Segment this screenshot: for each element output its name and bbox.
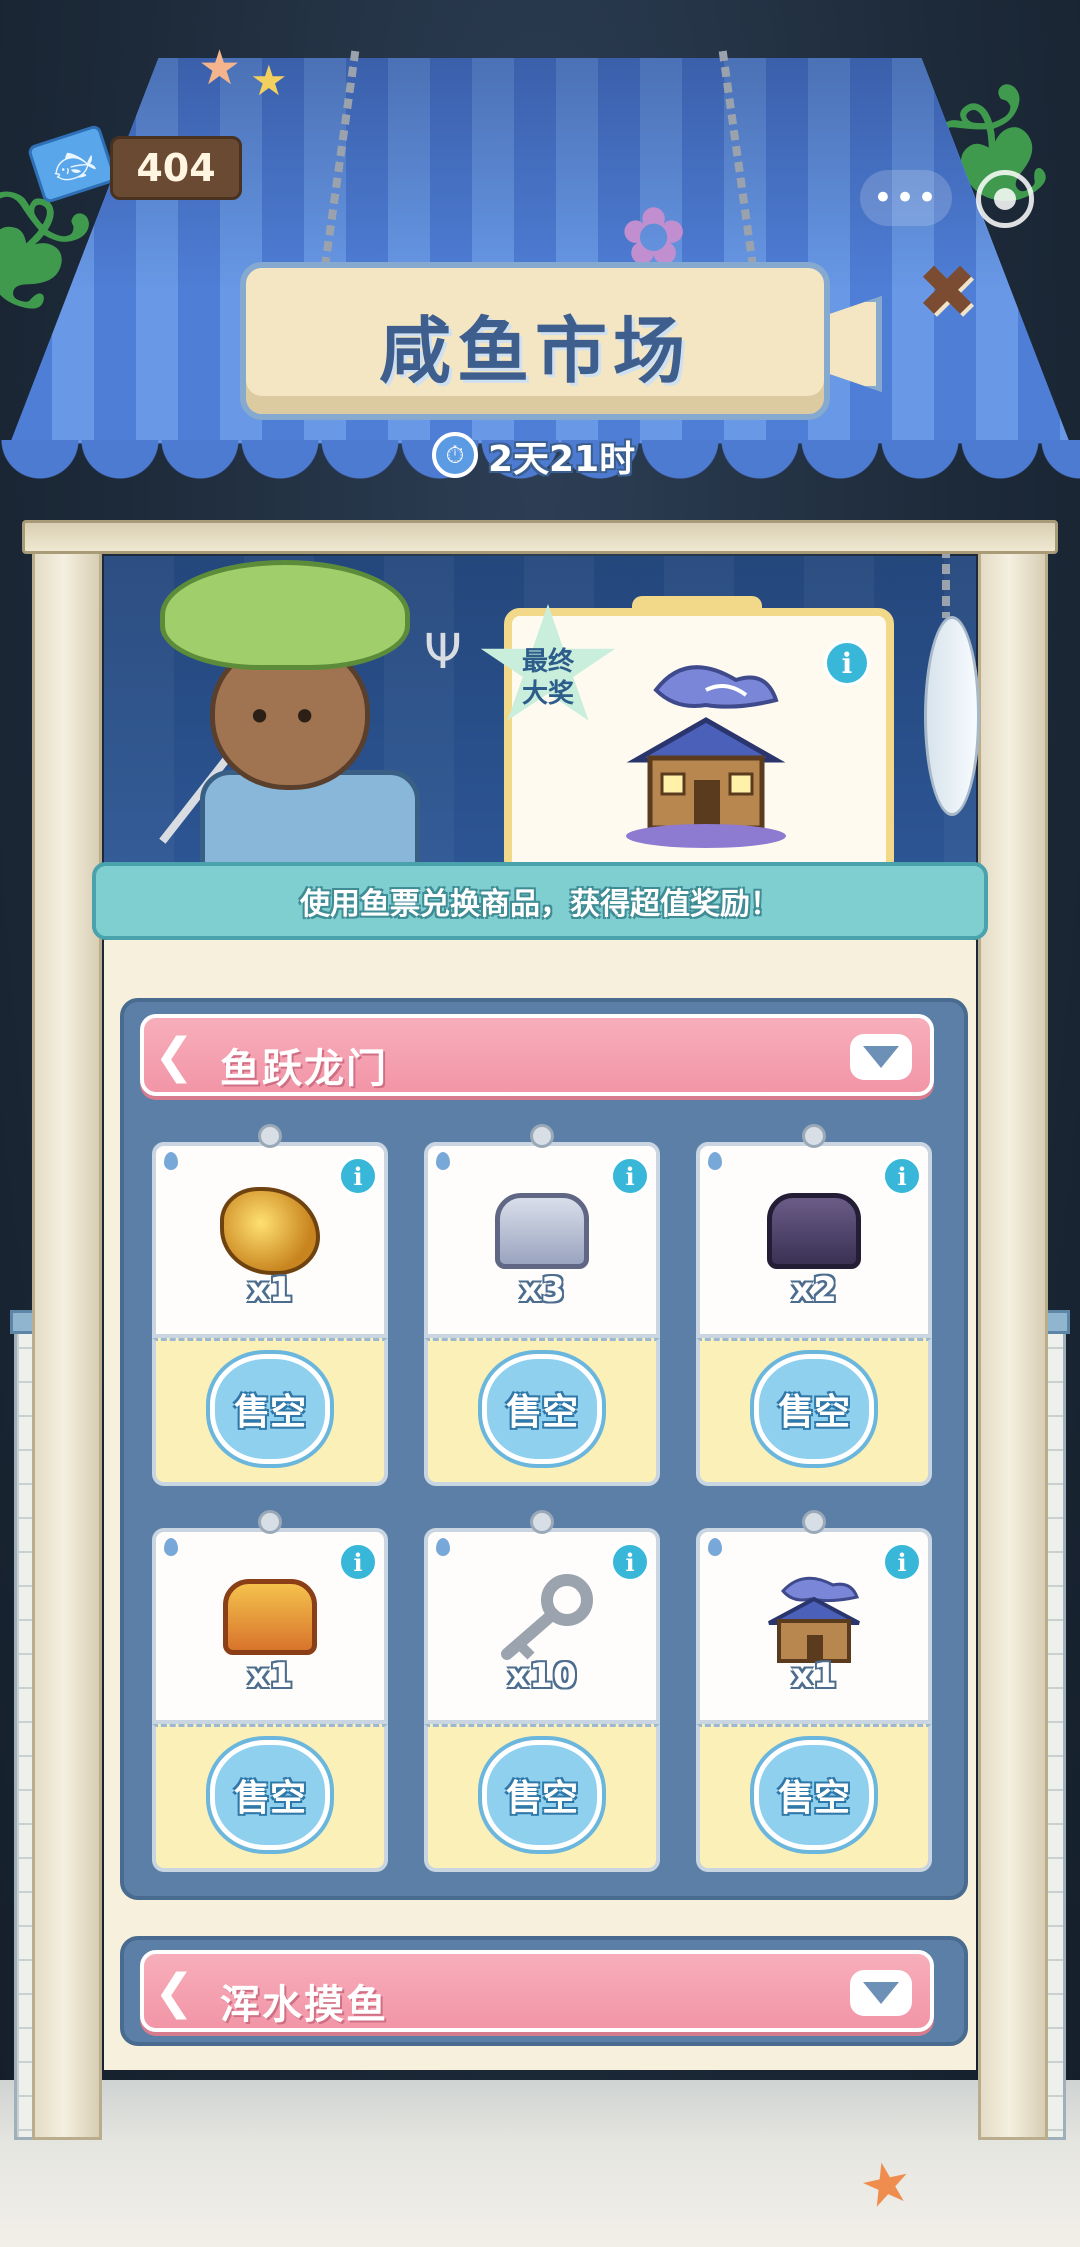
item-info-button[interactable]: i (338, 1156, 378, 1196)
countdown-timer: 2天21时 (488, 439, 636, 480)
card-hanger (802, 1510, 826, 1534)
game-screen: ❦ ❦ ★ Ψ •• i 最终 大奖 使用鱼票兑换商品，获得超值奖励！ ❮ 鱼跃… (0, 0, 1080, 2247)
chevron-left-icon: ❮ (154, 1028, 195, 1084)
item-quantity: x3 (519, 1270, 565, 1310)
hanging-fish-icon (924, 616, 980, 816)
page-title: 咸鱼市场 (378, 309, 691, 393)
close-button[interactable]: ✖ (912, 255, 982, 327)
water-drop-icon (708, 1538, 722, 1556)
card-hanger (802, 1124, 826, 1148)
right-pillar (978, 540, 1048, 2140)
trident-icon: Ψ (424, 624, 462, 680)
sold-out-badge: 售空 (482, 1354, 602, 1464)
sand-floor (0, 2080, 1080, 2247)
starfish-decoration: ★ (198, 40, 242, 96)
water-drop-icon (164, 1538, 178, 1556)
roof-eave (22, 520, 1058, 554)
left-pillar (32, 540, 102, 2140)
sold-out-badge: 售空 (754, 1354, 874, 1464)
water-drop-icon (436, 1152, 450, 1170)
water-drop-icon (708, 1152, 722, 1170)
final-prize-label: 最终 大奖 (521, 647, 574, 709)
item-info-button[interactable]: i (338, 1542, 378, 1582)
shop-item-card[interactable]: i x3 售空 (424, 1124, 660, 1486)
shop-item-card[interactable]: i x2 售空 (696, 1124, 932, 1486)
section-header[interactable]: ❮ 浑水摸鱼 (140, 1950, 934, 2032)
item-quantity: x1 (247, 1270, 293, 1310)
sold-out-badge: 售空 (754, 1740, 874, 1850)
section-title: 浑水摸鱼 (220, 1982, 388, 2028)
water-drop-icon (436, 1538, 450, 1556)
shark-house-prize-icon (626, 665, 786, 848)
otter-face-icon: •• (246, 690, 337, 744)
card-hanger (258, 1510, 282, 1534)
starfish-decoration: ★ (250, 56, 288, 105)
collapse-toggle-button[interactable] (850, 1970, 912, 2016)
prize-info-button[interactable]: i (824, 640, 870, 686)
sold-out-badge: 售空 (210, 1740, 330, 1850)
card-hanger (530, 1510, 554, 1534)
item-quantity: x2 (791, 1270, 837, 1310)
item-quantity: x1 (247, 1656, 293, 1696)
chevron-left-icon: ❮ (154, 1964, 195, 2020)
chevron-down-icon (863, 1982, 899, 2004)
stopwatch-icon: ⏱ (432, 432, 478, 478)
fishing-line (942, 548, 950, 618)
shop-item-card[interactable]: i x1 售空 (152, 1124, 388, 1486)
water-drop-icon (164, 1152, 178, 1170)
item-info-button[interactable]: i (882, 1156, 922, 1196)
banner-ribbon: 使用鱼票兑换商品，获得超值奖励！ (92, 862, 988, 940)
leaf-hat-icon (160, 560, 410, 670)
item-info-button[interactable]: i (610, 1542, 650, 1582)
item-info-button[interactable]: i (610, 1156, 650, 1196)
section-title: 鱼跃龙门 (220, 1046, 388, 1092)
card-hanger (530, 1124, 554, 1148)
section-header[interactable]: ❮ 鱼跃龙门 (140, 1014, 934, 1096)
shop-item-card[interactable]: i x1 售空 (696, 1510, 932, 1872)
ticket-count: 404 (110, 136, 242, 200)
item-quantity: x10 (507, 1656, 577, 1696)
close-miniprogram-button[interactable] (976, 170, 1034, 228)
card-hanger (258, 1124, 282, 1148)
more-options-button[interactable]: ••• (860, 170, 952, 226)
sold-out-badge: 售空 (482, 1740, 602, 1850)
item-quantity: x1 (791, 1656, 837, 1696)
collapse-toggle-button[interactable] (850, 1034, 912, 1080)
chevron-down-icon (863, 1046, 899, 1068)
shop-item-card[interactable]: i x10 售空 (424, 1510, 660, 1872)
item-info-button[interactable]: i (882, 1542, 922, 1582)
sold-out-badge: 售空 (210, 1354, 330, 1464)
shop-item-card[interactable]: i x1 售空 (152, 1510, 388, 1872)
